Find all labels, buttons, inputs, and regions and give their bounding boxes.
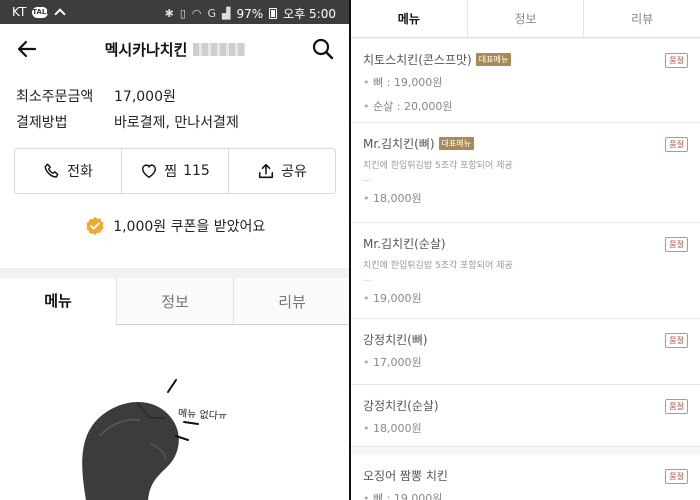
search-button[interactable] bbox=[310, 36, 336, 62]
sold-out-badge: 품절 bbox=[665, 137, 688, 152]
min-order-label: 최소주문금액 bbox=[16, 89, 94, 105]
section-divider bbox=[0, 268, 350, 278]
menu-item-name: 치토스치킨(콘스프맛) bbox=[363, 53, 472, 67]
coupon-check-icon bbox=[86, 217, 104, 235]
bluetooth-icon: ✱ bbox=[164, 7, 174, 20]
menu-item-price: 뼈 : 19,000원 bbox=[363, 74, 688, 90]
chevron-up-icon bbox=[54, 7, 65, 18]
blurred-branch-name bbox=[193, 43, 246, 56]
like-count: 115 bbox=[183, 163, 210, 179]
menu-item-name: 강정치킨(뼈) bbox=[363, 333, 428, 347]
sold-out-badge: 품절 bbox=[665, 333, 688, 348]
search-icon bbox=[312, 38, 334, 60]
menu-item-price: 19,000원 bbox=[363, 290, 688, 306]
share-button[interactable]: 공유 bbox=[229, 149, 335, 193]
battery-icon bbox=[269, 8, 278, 19]
tab-info-right[interactable]: 정보 bbox=[466, 0, 584, 37]
tab-bar-right: 메뉴 정보 리뷰 bbox=[351, 0, 700, 38]
menu-item-description: 치킨에 한입튀김밥 5조각 포함되어 제공 bbox=[363, 161, 513, 171]
tab-menu-right[interactable]: 메뉴 bbox=[351, 0, 467, 37]
signal-icon: ▟ bbox=[222, 7, 231, 20]
tab-bar: 메뉴 정보 리뷰 bbox=[0, 278, 350, 325]
signature-menu-badge: 대표메뉴 bbox=[438, 137, 474, 150]
menu-item[interactable]: 강정치킨(순살) 품절 18,000원 bbox=[351, 385, 700, 447]
heart-icon bbox=[142, 164, 157, 179]
tab-review-right[interactable]: 리뷰 bbox=[583, 0, 700, 37]
tab-info[interactable]: 정보 bbox=[116, 278, 233, 324]
call-label: 전화 bbox=[67, 164, 93, 180]
like-button[interactable]: 찜 115 bbox=[122, 149, 229, 193]
shop-title: 멕시카나치킨 bbox=[0, 39, 350, 60]
tab-menu[interactable]: 메뉴 bbox=[0, 278, 116, 325]
like-label: 찜 bbox=[164, 164, 178, 180]
menu-item-ellipsis: ... bbox=[363, 174, 372, 184]
wifi-icon: ◠ bbox=[191, 7, 202, 20]
menu-item[interactable]: Mr.김치킨(순살) 품절 치킨에 한입튀김밥 5조각 포함되어 제공 ... … bbox=[351, 223, 700, 319]
left-screen: KT TALK ✱ ▯ ◠ G ▟ 97% 오후 5:00 멕시카나치킨 최소주… bbox=[0, 0, 350, 500]
sold-out-badge: 품절 bbox=[665, 469, 688, 484]
signature-menu-badge: 대표메뉴 bbox=[475, 53, 512, 66]
sold-out-badge: 품절 bbox=[665, 399, 688, 414]
sold-out-badge: 품절 bbox=[665, 237, 688, 252]
right-screen: 메뉴 정보 리뷰 치토스치킨(콘스프맛) 대표메뉴 품절 뼈 : 19,000원… bbox=[351, 0, 700, 500]
min-order-row: 최소주문금액 17,000원 bbox=[16, 86, 176, 106]
empty-menu-area: 메뉴 없다ㅠ bbox=[0, 326, 350, 500]
tab-review[interactable]: 리뷰 bbox=[233, 278, 350, 324]
payment-row: 결제방법 바로결제, 만나서결제 bbox=[16, 112, 239, 132]
carrier-label: KT bbox=[12, 5, 27, 19]
min-order-value: 17,000원 bbox=[114, 89, 176, 105]
battery-label: 97% bbox=[236, 6, 264, 21]
share-icon bbox=[259, 163, 274, 179]
top-bar: 멕시카나치킨 bbox=[0, 24, 350, 76]
menu-item[interactable]: Mr.김치킨(뼈) 대표메뉴 품절 치킨에 한입튀김밥 5조각 포함되어 제공 … bbox=[351, 123, 700, 223]
menu-item-price: 17,000원 bbox=[363, 354, 688, 370]
menu-item-name: Mr.김치킨(뼈) bbox=[363, 137, 435, 151]
menu-item-name: 강정치킨(순살) bbox=[363, 399, 439, 413]
sold-out-badge: 품절 bbox=[665, 53, 688, 68]
network-label: G bbox=[207, 7, 217, 20]
payment-value: 바로결제, 만나서결제 bbox=[114, 115, 239, 131]
phone-icon bbox=[44, 163, 59, 178]
menu-item-price: 18,000원 bbox=[363, 420, 688, 436]
menu-list: 치토스치킨(콘스프맛) 대표메뉴 품절 뼈 : 19,000원 순살 : 20,… bbox=[351, 39, 700, 500]
coupon-notice[interactable]: 1,000원 쿠폰을 받았어요 bbox=[0, 216, 350, 236]
talk-icon: TALK bbox=[32, 6, 52, 18]
sad-character-illustration bbox=[82, 379, 199, 500]
menu-item-price: 18,000원 bbox=[363, 190, 688, 206]
menu-item-price: 순살 : 20,000원 bbox=[363, 98, 688, 114]
menu-item-price: 뼈 : 19,000원 bbox=[363, 490, 688, 500]
menu-item[interactable]: 강정치킨(뼈) 품절 17,000원 bbox=[351, 319, 700, 385]
menu-item-description: 치킨에 한입튀김밥 5조각 포함되어 제공 bbox=[363, 261, 513, 271]
coupon-text: 1,000원 쿠폰을 받았어요 bbox=[113, 219, 266, 235]
menu-item-name: Mr.김치킨(순살) bbox=[363, 237, 446, 251]
status-bar: KT TALK ✱ ▯ ◠ G ▟ 97% 오후 5:00 bbox=[0, 0, 350, 24]
menu-item[interactable]: 치토스치킨(콘스프맛) 대표메뉴 품절 뼈 : 19,000원 순살 : 20,… bbox=[351, 39, 700, 123]
menu-item-name: 오징어 짬뽕 치킨 bbox=[363, 469, 448, 483]
call-button[interactable]: 전화 bbox=[15, 149, 122, 193]
menu-item-ellipsis: ... bbox=[363, 274, 372, 284]
payment-label: 결제방법 bbox=[16, 115, 68, 131]
share-label: 공유 bbox=[281, 164, 307, 180]
menu-item[interactable]: 오징어 짬뽕 치킨 품절 뼈 : 19,000원 bbox=[351, 455, 700, 500]
action-bar: 전화 찜 115 공유 bbox=[14, 148, 336, 194]
vibrate-icon: ▯ bbox=[179, 7, 186, 20]
clock-label: 오후 5:00 bbox=[283, 7, 336, 21]
